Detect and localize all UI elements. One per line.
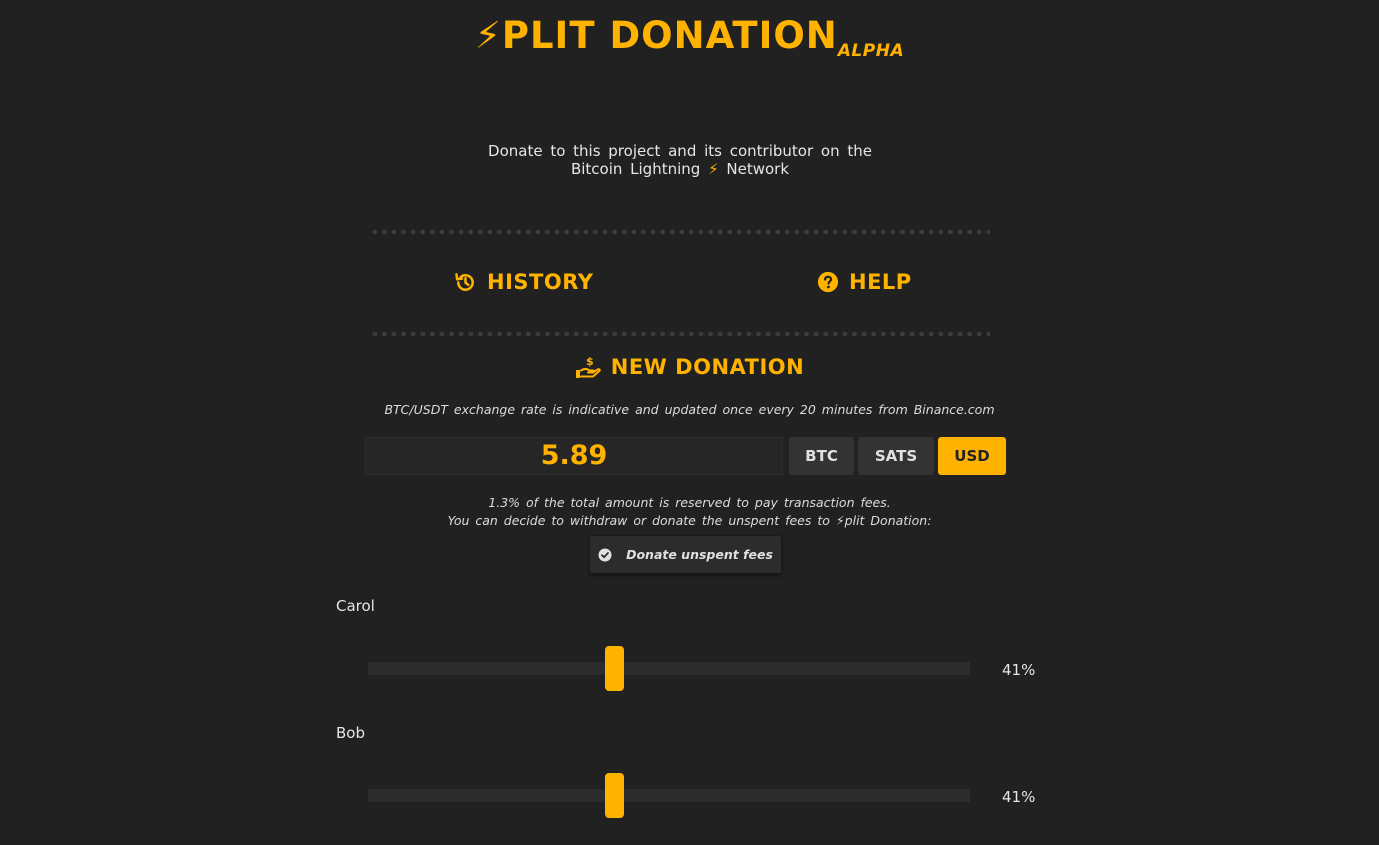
alpha-badge: ALPHA — [837, 41, 905, 61]
lightning-icon: ⚡ — [474, 14, 502, 57]
tagline-text: Bitcoin Lightning — [570, 160, 701, 178]
hand-dollar-icon: $ — [575, 355, 601, 378]
new-donation-title: NEW DONATION — [610, 355, 805, 379]
lightning-icon: ⚡ — [708, 160, 719, 178]
contributor-name: Bob — [336, 724, 365, 742]
history-link[interactable]: HISTORY — [454, 270, 593, 294]
svg-text:$: $ — [586, 355, 594, 368]
fee-note-line-2: You can decide to withdraw or donate the… — [447, 513, 932, 528]
donate-unspent-fees-label: Donate unspent fees — [626, 547, 773, 562]
app-title-text: PLIT DONATION — [501, 14, 838, 57]
unit-button-sats[interactable]: SATS — [858, 437, 934, 475]
exchange-rate-note: BTC/USDT exchange rate is indicative and… — [384, 402, 995, 417]
amount-input[interactable]: 5.89 — [365, 437, 783, 475]
dotted-divider — [370, 229, 990, 235]
history-icon — [455, 272, 474, 291]
unit-button-usd[interactable]: USD — [938, 437, 1006, 475]
dotted-divider — [370, 331, 990, 337]
fee-note-line-1: 1.3% of the total amount is reserved to … — [488, 495, 891, 510]
tagline: Donate to this project and its contribut… — [440, 142, 920, 178]
tagline-line-2: Bitcoin Lightning ⚡ Network — [440, 160, 920, 178]
history-label: HISTORY — [487, 270, 594, 294]
contributor-name: Carol — [336, 597, 375, 615]
help-link[interactable]: HELP — [817, 270, 912, 294]
page: ⚡PLIT DONATIONALPHA Donate to this proje… — [0, 0, 1379, 845]
contributor-share-slider[interactable] — [368, 662, 970, 675]
unit-button-btc[interactable]: BTC — [789, 437, 854, 475]
fee-note: 1.3% of the total amount is reserved to … — [0, 494, 1379, 530]
help-circle-icon — [817, 271, 839, 293]
contributor-percent: 41% — [1002, 661, 1036, 679]
slider-thumb[interactable] — [605, 646, 625, 691]
tagline-line-1: Donate to this project and its contribut… — [488, 142, 872, 160]
contributor-share-slider[interactable] — [368, 789, 970, 802]
slider-thumb[interactable] — [605, 773, 625, 818]
tagline-text: Network — [726, 160, 790, 178]
app-title: ⚡PLIT DONATIONALPHA — [0, 14, 1379, 61]
donate-unspent-fees-toggle[interactable]: Donate unspent fees — [589, 535, 782, 574]
contributor-percent: 41% — [1002, 788, 1036, 806]
check-circle-icon — [598, 548, 612, 561]
new-donation-heading: $ NEW DONATION — [0, 355, 1379, 379]
help-label: HELP — [849, 270, 912, 294]
